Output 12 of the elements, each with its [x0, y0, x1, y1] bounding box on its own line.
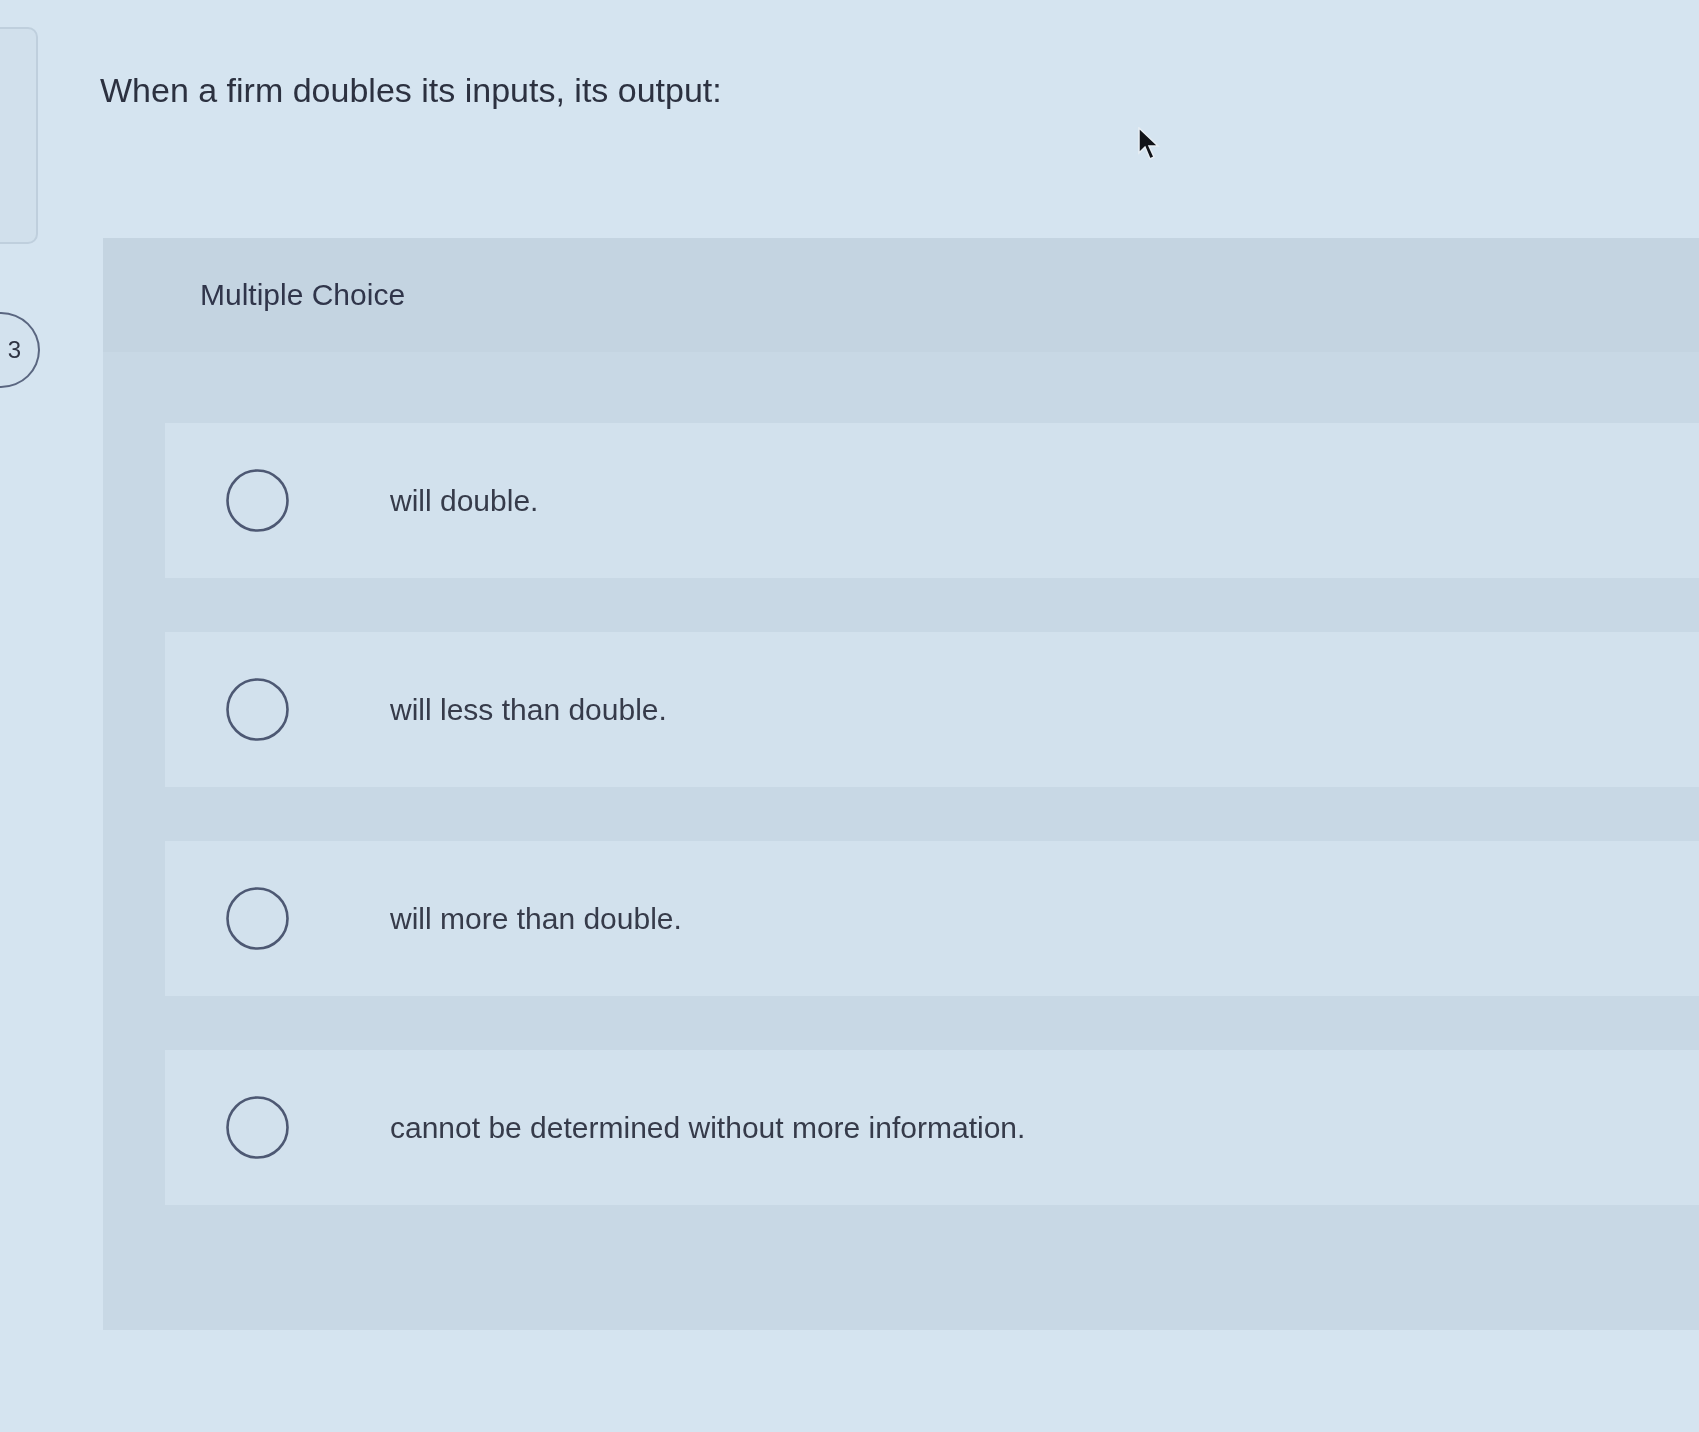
option-label: cannot be determined without more information. — [390, 1109, 1026, 1146]
radio-button[interactable] — [226, 469, 289, 532]
question-text: When a firm doubles its inputs, its output: — [100, 70, 722, 110]
option-label: will more than double. — [390, 900, 682, 937]
radio-button[interactable] — [226, 678, 289, 741]
radio-button[interactable] — [226, 1096, 289, 1159]
option-label: will double. — [390, 482, 539, 519]
option-label: will less than double. — [390, 691, 667, 728]
radio-button[interactable] — [226, 887, 289, 950]
panel-title: Multiple Choice — [200, 277, 406, 313]
question-number-badge: 3 — [0, 312, 40, 388]
mouse-pointer-icon — [1138, 127, 1160, 161]
